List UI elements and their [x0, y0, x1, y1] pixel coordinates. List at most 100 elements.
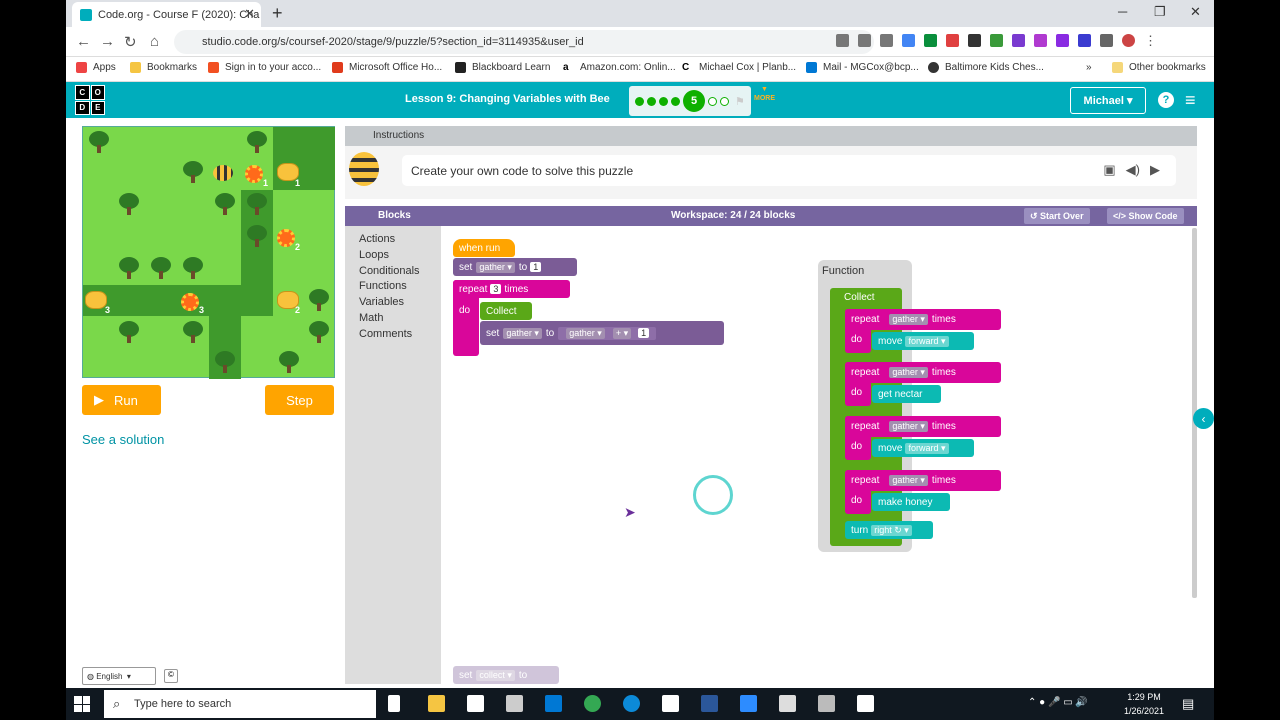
bookmark-item[interactable]: Bookmarks	[130, 62, 197, 73]
level-dot[interactable]	[647, 96, 656, 106]
notifications-icon[interactable]: ▤	[1182, 696, 1194, 712]
language-select[interactable]: ◍ English ▾	[82, 667, 156, 685]
extension-icon[interactable]	[924, 34, 937, 47]
taskbar-search-box[interactable]: ⌕ Type here to search	[104, 690, 376, 718]
turn-right-block[interactable]: turn right ↻ ▾	[845, 521, 933, 539]
current-level-dot[interactable]: 5	[683, 90, 705, 112]
mail-icon[interactable]	[545, 695, 562, 712]
bookmark-item[interactable]: C Michael Cox | Planb...	[682, 62, 796, 73]
home-icon[interactable]: ⌂	[150, 33, 159, 50]
settings-gear-icon[interactable]	[506, 695, 523, 712]
extension-icon[interactable]	[946, 34, 959, 47]
lesson-title[interactable]: Lesson 9: Changing Variables with Bee	[405, 93, 610, 105]
windows-start-icon[interactable]	[74, 696, 90, 712]
close-tab-icon[interactable]: ✕	[244, 6, 255, 22]
bookmark-item[interactable]: Apps	[76, 62, 116, 73]
store-icon[interactable]	[467, 695, 484, 712]
file-explorer-icon[interactable]	[428, 695, 445, 712]
star-icon[interactable]	[880, 34, 893, 47]
repeat-block[interactable]: repeat 3 times	[453, 280, 570, 298]
collect-definition-block[interactable]: Collect	[838, 288, 900, 306]
bookmark-item[interactable]: a Amazon.com: Onlin...	[563, 62, 676, 73]
user-menu-button[interactable]: Michael ▾	[1070, 87, 1146, 114]
chrome-icon[interactable]	[584, 695, 601, 712]
extension-icon[interactable]	[1034, 34, 1047, 47]
speaker-icon[interactable]: ◀)	[1126, 162, 1140, 178]
edge-icon[interactable]	[623, 695, 640, 712]
play-audio-icon[interactable]: ▶	[1150, 162, 1160, 178]
show-code-button[interactable]: </> Show Code	[1107, 208, 1184, 224]
move-forward-block[interactable]: move forward ▾	[872, 332, 974, 350]
hamburger-menu-icon[interactable]: ≡	[1185, 91, 1196, 109]
copyright-icon[interactable]: ©	[164, 669, 178, 683]
category-variables[interactable]: Variables	[359, 295, 441, 311]
taskbar-clock[interactable]: 1:29 PM 1/26/2021	[1124, 690, 1164, 718]
bookmarks-overflow-icon[interactable]: »	[1086, 62, 1092, 73]
flag-icon[interactable]: ⚑	[735, 95, 745, 108]
repeat-gather-block[interactable]: repeat gather ▾ times	[845, 362, 1001, 383]
maximize-icon[interactable]: ❐	[1154, 4, 1166, 20]
bookmark-item[interactable]: Blackboard Learn	[455, 62, 550, 73]
app-icon[interactable]	[857, 695, 874, 712]
set-variable-block[interactable]: set gather ▾ to 1	[453, 258, 577, 276]
category-math[interactable]: Math	[359, 311, 441, 327]
app-icon[interactable]	[662, 695, 679, 712]
level-dot[interactable]	[635, 96, 644, 106]
translate-icon[interactable]	[902, 34, 915, 47]
category-functions[interactable]: Functions	[359, 279, 441, 295]
see-solution-link[interactable]: See a solution	[82, 432, 164, 447]
level-dot[interactable]	[659, 96, 668, 106]
level-dot[interactable]	[708, 96, 717, 106]
bookmark-item[interactable]: Other bookmarks	[1112, 62, 1206, 73]
category-comments[interactable]: Comments	[359, 327, 441, 343]
level-dot[interactable]	[720, 96, 729, 106]
level-dot[interactable]	[671, 96, 680, 106]
kebab-menu-icon[interactable]: ⋮	[1144, 34, 1157, 47]
back-icon[interactable]: ←	[76, 33, 91, 50]
extension-icon[interactable]	[968, 34, 981, 47]
category-actions[interactable]: Actions	[359, 232, 441, 248]
bookmark-item[interactable]: Baltimore Kids Ches...	[928, 62, 1044, 73]
collapse-arrow-icon[interactable]: ‹	[1193, 408, 1214, 429]
eye-icon[interactable]	[858, 34, 871, 47]
address-bar[interactable]: studio.code.org/s/coursef-2020/stage/9/p…	[174, 30, 874, 54]
repeat-gather-block[interactable]: repeat gather ▾ times	[845, 416, 1001, 437]
system-tray-icons[interactable]: ⌃ ● 🎤 ▭ 🔊	[1028, 697, 1088, 708]
close-window-icon[interactable]: ✕	[1190, 4, 1201, 20]
minimize-icon[interactable]: ─	[1118, 4, 1127, 19]
when-run-block[interactable]: when run	[453, 239, 515, 257]
forward-icon[interactable]: →	[100, 33, 115, 50]
browser-tab[interactable]: Code.org - Course F (2020): Cha ✕	[72, 2, 261, 27]
repeat-gather-block[interactable]: repeat gather ▾ times	[845, 470, 1001, 491]
move-forward-block[interactable]: move forward ▾	[872, 439, 974, 457]
bookmark-item[interactable]: Sign in to your acco...	[208, 62, 321, 73]
repeat-gather-block[interactable]: repeat gather ▾ times	[845, 309, 1001, 330]
app-icon[interactable]	[818, 695, 835, 712]
new-tab-icon[interactable]: +	[272, 3, 283, 24]
category-conditionals[interactable]: Conditionals	[359, 264, 441, 280]
more-button[interactable]: ▼ MORE	[754, 85, 775, 103]
run-button[interactable]: ▶ Run	[82, 385, 161, 415]
extension-icon[interactable]	[1012, 34, 1025, 47]
profile-avatar-icon[interactable]	[1122, 34, 1135, 47]
task-view-icon[interactable]	[388, 695, 400, 712]
puzzle-icon[interactable]	[1100, 34, 1113, 47]
make-honey-block[interactable]: make honey	[872, 493, 950, 511]
zoom-icon[interactable]	[836, 34, 849, 47]
codeorg-logo[interactable]: CO DE	[75, 85, 105, 115]
help-icon[interactable]: ?	[1158, 92, 1174, 108]
extension-icon[interactable]	[990, 34, 1003, 47]
reload-icon[interactable]: ↻	[124, 33, 137, 51]
word-icon[interactable]	[701, 695, 718, 712]
start-over-button[interactable]: ↺ Start Over	[1024, 208, 1090, 224]
immersive-reader-icon[interactable]: ▣	[1103, 162, 1115, 178]
extension-icon[interactable]	[1056, 34, 1069, 47]
collect-call-block[interactable]: Collect	[480, 302, 532, 320]
bookmark-item[interactable]: Mail - MGCox@bcp...	[806, 62, 919, 73]
step-button[interactable]: Step	[265, 385, 334, 415]
get-nectar-block[interactable]: get nectar	[872, 385, 941, 403]
bookmark-item[interactable]: Microsoft Office Ho...	[332, 62, 442, 73]
category-loops[interactable]: Loops	[359, 248, 441, 264]
app-icon[interactable]	[779, 695, 796, 712]
extension-icon[interactable]	[1078, 34, 1091, 47]
